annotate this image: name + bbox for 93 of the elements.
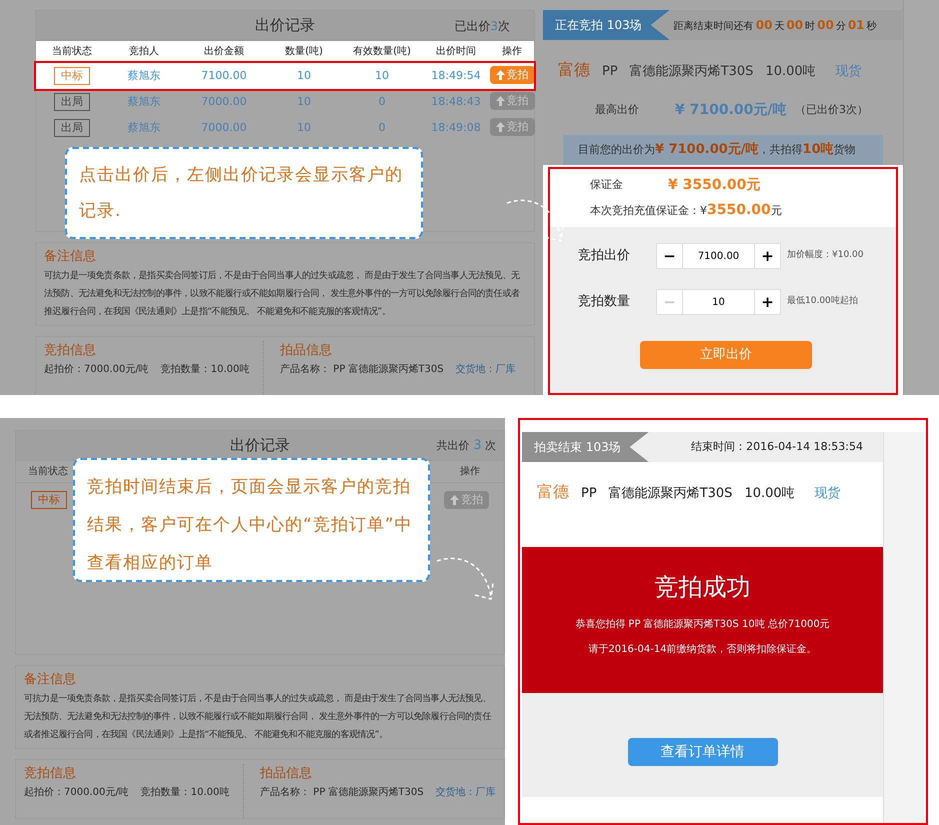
section-title: 拍品信息 (260, 764, 313, 782)
card-title: 出价记录 (255, 15, 315, 36)
minus-button[interactable]: − (657, 244, 682, 268)
table-cell-text: 10 (374, 68, 390, 84)
table-cell-text: 蔡旭东 (126, 120, 162, 136)
table-cell-text: 7000.00 (200, 94, 248, 110)
column-header: 出价金额 (203, 44, 245, 59)
deposit-topup: 本次竞拍充值保证金：¥3550.00元 (590, 201, 783, 220)
up-arrow-icon (496, 122, 504, 132)
deposit-amount: ¥ 3550.00元 (668, 176, 760, 195)
bid-count: 已出价3次 (454, 18, 510, 34)
up-arrow-icon (496, 96, 504, 106)
grade: PP (581, 485, 597, 503)
table-cell-text: 10 (296, 68, 312, 84)
section-title: 竞拍信息 (24, 764, 77, 782)
stepper-hint: 最低10.00吨起拍 (787, 295, 858, 308)
column-header: 当前状态 (51, 44, 93, 59)
delivery-link[interactable]: 交货地：厂库 (436, 785, 496, 800)
status-tag: 中标 (54, 67, 90, 85)
bid-count-note: （已出价3次） (795, 102, 868, 118)
status-tag: 出局 (54, 93, 90, 111)
start-price: 起拍价：7000.00元/吨 (24, 786, 129, 800)
status-tag: 中标 (31, 491, 67, 509)
card-title: 出价记录 (230, 435, 290, 456)
tip-callout: 竞拍时间结束后，页面会显示客户的竞拍结果，客户可在个人中心的“竞拍订单”中查看相应的订单 (73, 458, 430, 582)
column-header: 有效数量(吨) (352, 44, 412, 59)
bid-button[interactable]: 竞拍 (490, 92, 534, 110)
quantity: 10.00吨 (765, 63, 816, 81)
auction-banner: 正在竞拍 103场 (543, 10, 670, 40)
column-header: 竞拍人 (128, 44, 160, 59)
brand-name: 富德 (537, 481, 569, 503)
product-name: 产品名称： PP 富德能源聚丙烯T30S (280, 362, 444, 377)
product-name: 富德能源聚丙烯T30S (630, 63, 754, 81)
quantity: 10.00吨 (744, 485, 795, 503)
section-title: 拍品信息 (280, 342, 333, 360)
product-name: 富德能源聚丙烯T30S (608, 485, 732, 503)
tip-callout: 点击出价后，左侧出价记录会显示客户的记录. (65, 147, 423, 239)
stock-type-link[interactable]: 现货 (814, 484, 841, 504)
start-price: 起拍价：7000.00元/吨 (44, 362, 149, 377)
table-cell-text: 18:49:08 (430, 120, 482, 136)
deposit-label: 保证金 (590, 177, 624, 194)
table-cell-text: 0 (378, 94, 386, 110)
column-header: 操作 (501, 45, 523, 59)
column-header: 出价时间 (435, 44, 477, 59)
highest-bid-price: ¥ 7100.00元/吨 (675, 101, 788, 120)
stock-type-link[interactable]: 现货 (836, 62, 862, 82)
table-cell-text: 蔡旭东 (126, 68, 162, 84)
product-name: 产品名称： PP 富德能源聚丙烯T30S (260, 786, 424, 800)
table-cell-text: 7000.00 (200, 120, 248, 136)
submit-bid-button[interactable]: 立即出价 (640, 341, 812, 369)
column-header: 数量(吨) (284, 44, 324, 59)
result-title: 竞拍成功 (654, 572, 750, 603)
grade: PP (602, 63, 618, 81)
section-title: 竞拍信息 (44, 342, 97, 360)
bid-button[interactable]: 竞拍 (444, 491, 489, 509)
up-arrow-icon (496, 70, 504, 80)
column-header: 操作 (460, 465, 480, 479)
result-message: 恭喜您拍得 PP 富德能源聚丙烯T30S 10吨 总价71000元 (575, 618, 830, 632)
up-arrow-icon (450, 495, 459, 505)
table-cell-text: 0 (378, 120, 386, 136)
stepper-value: 7100.00 (682, 244, 755, 268)
notes-text: 可抗力是一项免责条款，是指买卖合同签订后，不是由于合同当事人的过失或疏忽， 而是由于发生了合同当事人无法预见、无法预防、无法避免和无法控制的事件，以致不能履行或不能如期履行合同， 发生意外事件的一方可以免除履行合同的责任或者推迟履行合同，在我国《民法通则》上是指“不能预见、 不能避免和不能克服的客观情况”。 (24, 692, 492, 742)
end-time: 结束时间：2016-04-14 18:53:54 (691, 438, 863, 455)
highest-bid-label: 最高出价 (595, 102, 640, 118)
plus-button[interactable]: + (755, 244, 780, 268)
section-title: 备注信息 (44, 248, 97, 266)
payment-notice: 请于2016-04-14前缴纳货款，否则将扣除保证金。 (588, 642, 817, 657)
section-title: 备注信息 (24, 671, 77, 689)
auction-banner: 拍卖结束 103场 (522, 432, 649, 462)
table-cell-text: 10 (296, 120, 312, 136)
field-label: 竞拍出价 (578, 247, 631, 266)
auction-quantity: 竞拍数量：10.00吨 (140, 786, 230, 800)
brand-name: 富德 (558, 59, 590, 81)
field-label: 竞拍数量 (578, 293, 631, 312)
order-details-button[interactable]: 查看订单详情 (628, 738, 778, 766)
bid-button[interactable]: 竞拍 (490, 66, 534, 84)
notes-text: 可抗力是一项免责条款，是指买卖合同签订后，不是由于合同当事人的过失或疏忽， 而是由于发生了合同当事人无法预见、无法预防、无法避免和无法控制的事件，以致不能履行或不能如期履行合同， 发生意外事件的一方可以免除履行合同的责任或者推迟履行合同，在我国《民法通则》上是指“不能预见、 不能避免和不能克服的客观情况”。 (44, 270, 521, 318)
delivery-link[interactable]: 交货地：厂库 (456, 362, 516, 377)
table-cell-text: 7100.00 (200, 68, 248, 84)
column-header: 当前状态 (28, 464, 68, 479)
table-cell-text: 蔡旭东 (126, 94, 162, 110)
countdown: 距离结束时间还有 00 天 00 时 00 分 01 秒 (674, 17, 877, 34)
bid-button[interactable]: 竞拍 (490, 118, 534, 136)
stepper-value: 10 (682, 290, 755, 314)
bid-count: 共出价 3 次 (436, 436, 496, 455)
table-cell-text: 18:48:43 (430, 94, 482, 110)
table-cell-text: 10 (296, 94, 312, 110)
your-bid-banner: 目前您的出价为¥ 7100.00元/吨，共拍得10吨货物 (563, 135, 883, 165)
status-tag: 出局 (54, 119, 90, 137)
table-cell-text: 18:49:54 (430, 68, 482, 84)
plus-button[interactable]: + (755, 290, 780, 314)
auction-quantity: 竞拍数量：10.00吨 (160, 362, 250, 377)
stepper-hint: 加价幅度：¥10.00 (787, 249, 864, 262)
